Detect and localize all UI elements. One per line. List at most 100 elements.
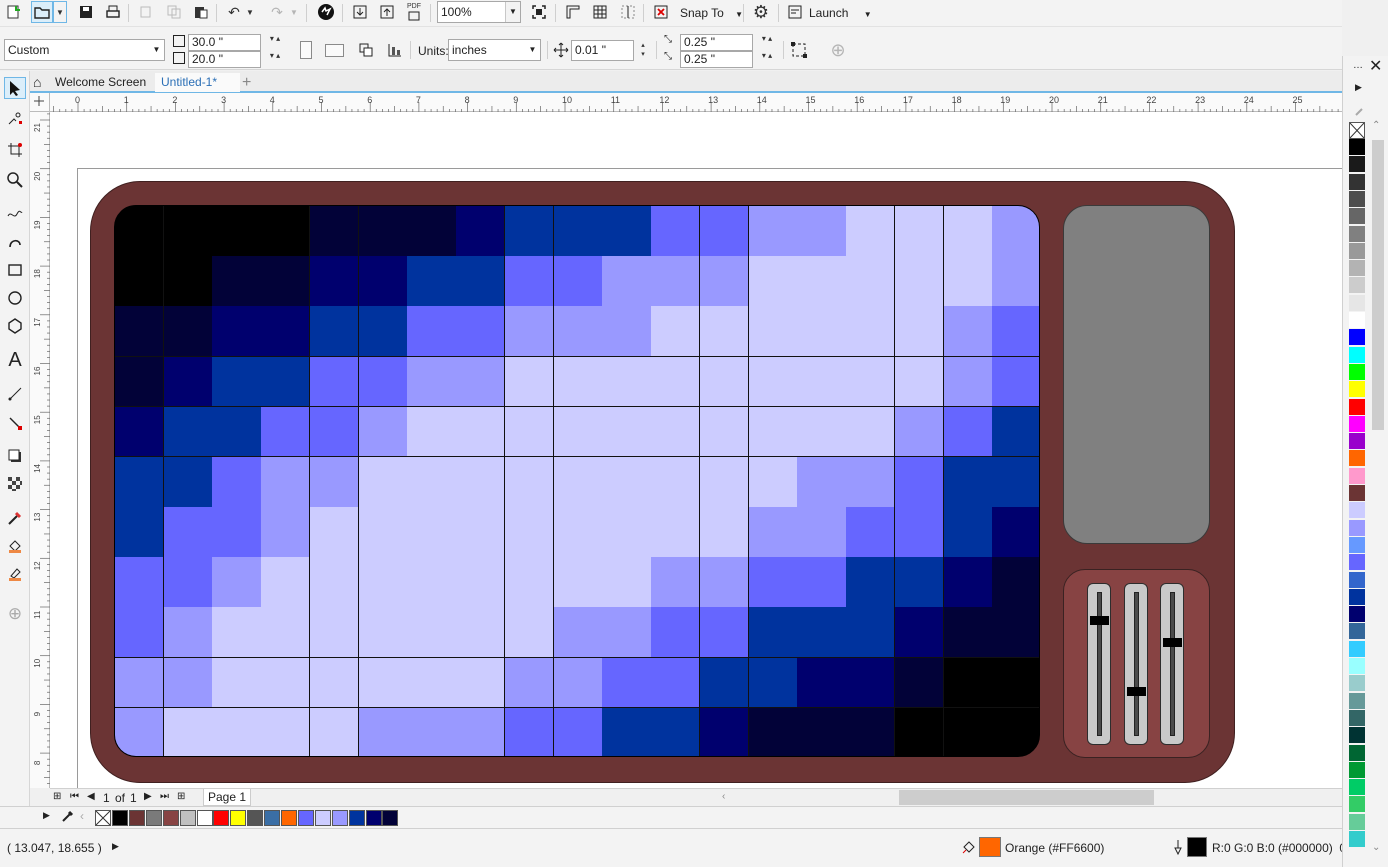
grid-cell[interactable] [894,707,945,756]
grid-cell[interactable] [504,507,555,558]
color-swatch[interactable] [1349,709,1365,727]
color-swatch[interactable] [1349,260,1365,278]
grid-cell[interactable] [992,507,1039,558]
grid-cell[interactable] [309,707,360,756]
grid-cell[interactable] [943,206,993,257]
vertical-ruler[interactable]: 21 20 19 18 17 16 15 14 13 12 11 10 9 8 [30,112,50,788]
grid-cell[interactable] [358,657,408,709]
grid-cell[interactable] [407,707,457,756]
chevron-down-icon[interactable]: ▼ [149,40,164,60]
grid-cell[interactable] [894,557,945,608]
gear-icon[interactable]: ⚙ [750,1,772,23]
grid-cell[interactable] [894,507,945,558]
grid-cell[interactable] [894,607,945,659]
grid-cell[interactable] [358,206,408,257]
color-swatch[interactable] [112,810,128,826]
grid-cell[interactable] [212,657,262,709]
fill-color-swatch[interactable] [979,837,1001,857]
grid-cell[interactable] [407,456,457,508]
grid-cell[interactable] [212,356,262,408]
grid-cell[interactable] [115,256,165,307]
palette-menu-icon[interactable]: ▶ [43,810,50,821]
grid-cell[interactable] [797,607,847,659]
color-swatch[interactable] [314,810,331,826]
grid-cell[interactable] [992,406,1039,458]
grid-cell[interactable] [115,607,165,659]
grid-cell[interactable] [992,256,1039,307]
grid-cell[interactable] [309,256,360,307]
color-swatch[interactable] [1349,692,1365,710]
grid-cell[interactable] [651,406,701,458]
grid-cell[interactable] [651,607,701,659]
grid-cell[interactable] [504,356,555,408]
grid-cell[interactable] [602,306,652,358]
grid-cell[interactable] [943,507,993,558]
grid-cell[interactable] [553,406,603,458]
color-swatch[interactable] [1349,156,1365,174]
palette-scrollbar-thumb[interactable] [1372,140,1384,430]
grid-cell[interactable] [699,507,750,558]
duplicate-distance-y-field[interactable]: 0.25 " ▾ ▴ [680,51,772,68]
grid-cell[interactable] [212,607,262,659]
color-swatch[interactable] [1349,467,1365,485]
grid-cell[interactable] [602,406,652,458]
color-swatch[interactable] [1349,277,1365,295]
grid-cell[interactable] [602,256,652,307]
cut-icon[interactable] [135,1,157,23]
grid-cell[interactable] [943,356,993,408]
polygon-tool-icon[interactable] [4,315,26,337]
grid-cell[interactable] [992,456,1039,508]
units-combo[interactable]: inches ▼ [448,39,541,61]
grid-cell[interactable] [846,456,896,508]
grid-cell[interactable] [358,356,408,408]
tab-untitled-1[interactable]: Untitled-1* [155,73,240,92]
add-icon[interactable]: ⊕ [827,39,849,61]
grid-cell[interactable] [309,356,360,408]
crop-tool-icon[interactable] [4,139,26,161]
grid-cell[interactable] [212,707,262,756]
grid-cell[interactable] [407,557,457,608]
grid-cell[interactable] [261,507,311,558]
add-page-before-icon[interactable]: ⊞ [53,791,61,802]
grid-cell[interactable] [699,607,750,659]
grid-cell[interactable] [846,356,896,408]
grid-cell[interactable] [504,306,555,358]
grid-cell[interactable] [846,557,896,608]
transparency-icon[interactable] [4,473,26,495]
grid-cell[interactable] [699,206,750,257]
pixel-grid[interactable] [114,205,1040,757]
outline-pen-icon[interactable] [1171,839,1185,858]
grid-cell[interactable] [699,707,750,756]
color-swatch[interactable] [179,810,196,826]
grid-cell[interactable] [797,356,847,408]
grid-cell[interactable] [748,507,798,558]
current-page-icon[interactable] [384,39,406,61]
grid-cell[interactable] [602,356,652,408]
grid-cell[interactable] [115,306,165,358]
grid-cell[interactable] [212,456,262,508]
color-swatch[interactable] [1349,139,1365,156]
grid-cell[interactable] [504,456,555,508]
grid-cell[interactable] [115,406,165,458]
grid-cell[interactable] [163,507,213,558]
more-icon[interactable]: … [1353,60,1363,71]
no-color-swatch[interactable] [1349,122,1365,139]
launch-button[interactable]: Launch ▼ [809,6,872,20]
grid-cell[interactable] [212,507,262,558]
outline-color-swatch[interactable] [1187,837,1207,857]
spin-arrows-icon[interactable]: ▾ ▴ [262,35,288,50]
grid-cell[interactable] [456,507,506,558]
duplicate-distance-x-field[interactable]: 0.25 " ▾ ▴ [680,34,772,51]
grid-cell[interactable] [846,256,896,307]
color-swatch[interactable] [145,810,162,826]
grid-cell[interactable] [309,557,360,608]
color-swatch[interactable] [281,810,297,826]
page-height-field[interactable]: 20.0 " ▾ ▴ [188,51,280,68]
grid-cell[interactable] [212,306,262,358]
grid-cell[interactable] [163,406,213,458]
grid-cell[interactable] [846,607,896,659]
grid-cell[interactable] [699,557,750,608]
grid-cell[interactable] [309,507,360,558]
palette-scroll-up-icon[interactable]: ⌃ [1372,120,1380,131]
color-swatch[interactable] [1349,554,1365,572]
